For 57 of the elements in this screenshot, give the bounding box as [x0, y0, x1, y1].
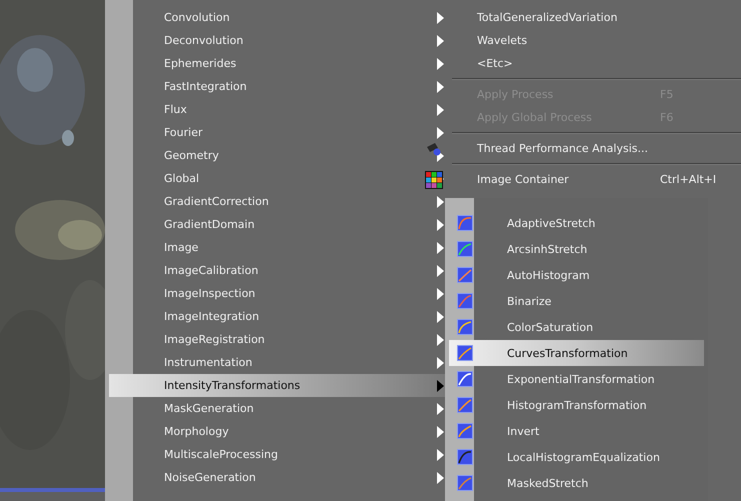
- menu-item[interactable]: Instrumentation: [133, 351, 450, 374]
- process-icon: [457, 475, 473, 491]
- submenu-arrow-icon: [436, 448, 444, 460]
- menu-item[interactable]: ImageRegistration: [133, 328, 450, 351]
- menu-item[interactable]: Invert: [449, 418, 704, 444]
- submenu-arrow-icon: [436, 334, 444, 346]
- submenu-arrow-icon: [436, 242, 444, 254]
- submenu-arrow-icon: [436, 58, 444, 70]
- menu-item[interactable]: GradientCorrection: [133, 190, 450, 213]
- process-icon: [457, 319, 473, 335]
- menu-item[interactable]: NoiseGeneration: [133, 466, 450, 489]
- submenu-arrow-icon: [436, 80, 444, 92]
- menu-item[interactable]: MultiscaleProcessing: [133, 443, 450, 466]
- process-icon: [457, 241, 473, 257]
- menu-item[interactable]: FastIntegration: [133, 75, 450, 98]
- menu-item[interactable]: Image Container Ctrl+Alt+I: [420, 168, 741, 191]
- submenu-arrow-icon: [436, 356, 444, 368]
- process-icon: [457, 423, 473, 439]
- menu-item[interactable]: HistogramTransformation: [449, 392, 704, 418]
- submenu-arrow-icon: [436, 34, 444, 46]
- submenu-arrow-icon: [436, 310, 444, 322]
- menu-item[interactable]: ExponentialTransformation: [449, 366, 704, 392]
- menu-item[interactable]: Flux: [133, 98, 450, 121]
- menu-item[interactable]: AdaptiveStretch: [449, 210, 704, 236]
- submenu-arrow-icon: [436, 402, 444, 414]
- menu-item[interactable]: Binarize: [449, 288, 704, 314]
- process-icon: [457, 397, 473, 413]
- menu-item[interactable]: MaskGeneration: [133, 397, 450, 420]
- submenu-arrow-icon: [436, 196, 444, 208]
- menu-item[interactable]: GradientDomain: [133, 213, 450, 236]
- process-icon: [457, 293, 473, 309]
- submenu-arrow-icon: [436, 104, 444, 116]
- submenu-arrow-icon: [436, 264, 444, 276]
- menu-item[interactable]: MaskedStretch: [449, 470, 704, 496]
- menu-item[interactable]: Image: [133, 236, 450, 259]
- menu-item[interactable]: CurvesTransformation: [449, 340, 704, 366]
- process-icon: [457, 345, 473, 361]
- menu-item[interactable]: LocalHistogramEqualization: [449, 444, 704, 470]
- process-icon: [457, 449, 473, 465]
- menu-item[interactable]: ImageInspection: [133, 282, 450, 305]
- submenu-arrow-icon: [436, 218, 444, 230]
- menu-item[interactable]: ColorSaturation: [449, 314, 704, 340]
- submenu-arrow-icon: [436, 426, 444, 438]
- color-grid-icon: [425, 170, 443, 188]
- process-icon: [457, 371, 473, 387]
- submenu-arrow-icon: [436, 472, 444, 484]
- submenu-arrow-icon: [436, 126, 444, 138]
- submenu-arrow-icon: [436, 288, 444, 300]
- submenu-arrow-icon: [436, 380, 444, 392]
- menu-item[interactable]: ArcsinhStretch: [449, 236, 704, 262]
- menu-item[interactable]: Morphology: [133, 420, 450, 443]
- process-icon: [457, 267, 473, 283]
- submenu-arrow-icon: [436, 12, 444, 24]
- menu-item[interactable]: ImageIntegration: [133, 305, 450, 328]
- process-icon: [457, 215, 473, 231]
- menu-item[interactable]: ImageCalibration: [133, 259, 450, 282]
- menu-item[interactable]: AutoHistogram: [449, 262, 704, 288]
